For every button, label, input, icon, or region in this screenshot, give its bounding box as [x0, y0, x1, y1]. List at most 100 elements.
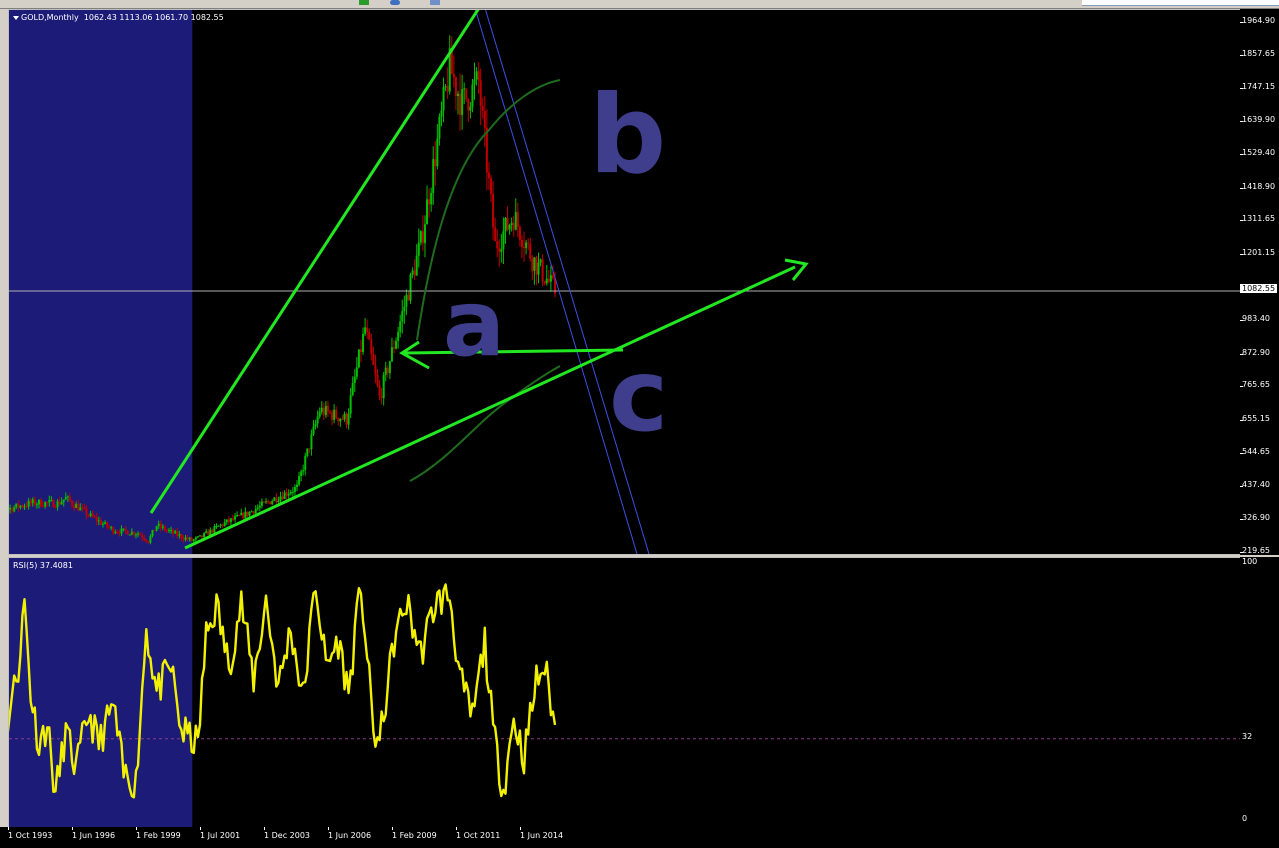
bull-candle [194, 537, 197, 540]
bull-candle [27, 500, 30, 507]
bull-candle [170, 529, 173, 531]
bear-candle [326, 405, 329, 412]
bull-candle [362, 333, 365, 353]
bear-candle [428, 199, 431, 205]
bull-candle [240, 512, 243, 516]
bear-candle [541, 259, 544, 282]
bear-candle [492, 193, 495, 228]
bear-candle [341, 418, 344, 420]
toolbar-button-blue[interactable] [390, 0, 400, 5]
arrow-shaft-left [404, 348, 624, 355]
price-scale-label: 1311.65 [1242, 214, 1276, 224]
bull-candle [48, 500, 51, 503]
bull-candle [56, 501, 59, 508]
rsi-panel[interactable]: RSI(5) 37.4081 [8, 557, 1241, 828]
bear-candle [335, 409, 338, 418]
bear-candle [42, 506, 45, 508]
bull-candle [192, 539, 195, 542]
bear-candle [54, 507, 57, 509]
bull-candle [149, 536, 152, 543]
bull-candle [525, 242, 528, 248]
bear-candle [487, 172, 490, 179]
time-axis-label: 1 Jun 1996 [72, 831, 116, 840]
bull-candle [510, 222, 513, 226]
bear-candle [11, 507, 14, 512]
arc-lower [409, 365, 561, 482]
bull-candle [298, 475, 301, 485]
bear-candle [21, 505, 24, 508]
price-scale-label: 983.40 [1242, 314, 1270, 324]
bull-candle [265, 501, 268, 503]
bull-candle [300, 471, 303, 476]
toolbar-button-green[interactable] [359, 0, 369, 5]
bear-candle [285, 492, 288, 496]
bull-candle [209, 529, 212, 536]
price-scale-label: 765.65 [1242, 380, 1270, 390]
bull-candle [277, 500, 280, 502]
bear-candle [70, 500, 73, 506]
bull-candle [382, 374, 385, 399]
bull-candle [128, 534, 131, 536]
bull-candle [324, 405, 327, 416]
bear-candle [512, 222, 515, 230]
bull-candle [188, 537, 191, 540]
bull-candle [213, 526, 216, 533]
bear-candle [370, 339, 373, 354]
rsi-canvas [9, 558, 1240, 827]
bull-candle [223, 522, 226, 526]
bear-candle [29, 500, 32, 504]
time-axis-label: 1 Dec 2003 [264, 831, 311, 840]
bull-candle [423, 224, 426, 244]
rsi-scale[interactable]: 100 32 0 [1240, 557, 1279, 828]
bull-candle [549, 275, 552, 282]
price-scale-label: 219.65 [1242, 546, 1270, 555]
bear-candle [108, 526, 111, 528]
bull-candle [287, 493, 290, 496]
bull-candle [430, 192, 433, 205]
bear-candle [58, 501, 61, 505]
bull-candle [130, 531, 133, 535]
bear-candle [190, 537, 193, 542]
time-axis-label: 1 Jun 2014 [520, 831, 564, 840]
time-axis-tick [456, 827, 457, 830]
bull-candle [444, 86, 447, 88]
bear-candle [446, 86, 449, 92]
handwritten-label-b: b [589, 73, 666, 198]
bull-candle [250, 511, 253, 513]
bear-candle [40, 499, 43, 507]
bear-candle [267, 501, 270, 503]
bear-candle [376, 374, 379, 386]
search-input[interactable] [1082, 0, 1279, 6]
toolbar-button-folder[interactable] [430, 0, 440, 5]
bear-candle [481, 106, 484, 111]
price-scale-label: 1964.90 [1242, 16, 1276, 25]
price-scale-label: 1857.65 [1242, 48, 1276, 58]
bull-candle [64, 497, 67, 500]
chevron-down-icon[interactable] [13, 15, 19, 20]
bear-candle [118, 532, 121, 534]
bear-candle [163, 526, 166, 531]
time-axis-tick [136, 827, 137, 830]
bear-candle [331, 412, 334, 420]
bull-candle [258, 505, 261, 508]
bear-candle [116, 532, 119, 534]
bear-candle [106, 522, 109, 527]
bull-candle [316, 416, 319, 424]
bull-candle [50, 499, 53, 501]
bull-candle [75, 504, 78, 508]
bear-candle [91, 513, 94, 517]
bull-candle [475, 71, 478, 80]
bull-candle [13, 507, 16, 512]
bear-candle [498, 248, 501, 252]
bear-candle [386, 367, 389, 373]
bull-candle [256, 507, 259, 510]
price-chart-panel[interactable]: bac GOLD,Monthly 1062.43 1113.06 1061.70… [8, 9, 1241, 555]
bull-candle [539, 259, 542, 263]
bear-candle [141, 535, 144, 538]
bear-candle [124, 528, 127, 532]
bear-candle [33, 499, 36, 505]
price-scale[interactable]: 1964.90 1857.65 1747.15 1639.90 1529.40 1418.… [1240, 9, 1279, 555]
bull-candle [343, 413, 346, 420]
bear-candle [531, 258, 534, 271]
bull-candle [104, 522, 107, 524]
